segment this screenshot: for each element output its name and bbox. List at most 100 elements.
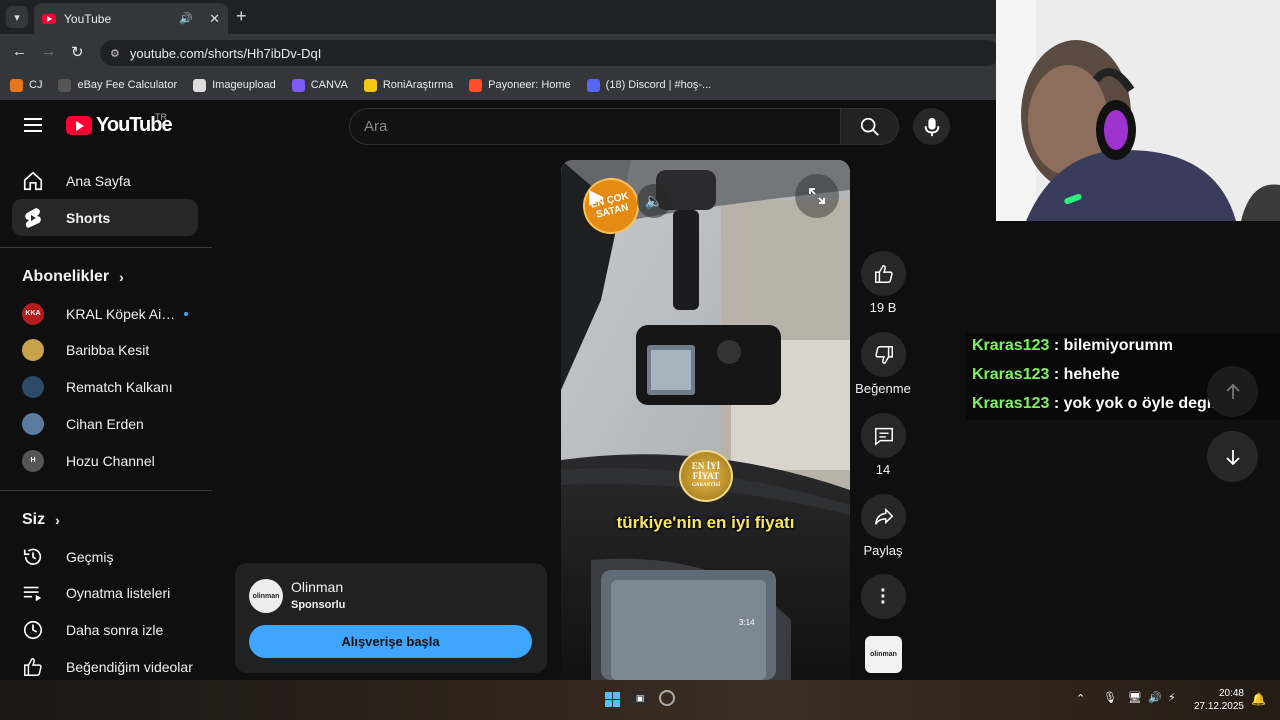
home-icon	[22, 170, 44, 192]
sidebar-item-history[interactable]: Geçmiş	[12, 538, 198, 575]
bookmark-item[interactable]: RoniAraştırma	[363, 78, 453, 92]
url-text: youtube.com/shorts/Hh7ibDv-DqI	[129, 45, 322, 61]
site-info-icon[interactable]: ⚙	[110, 47, 120, 60]
channel-thumbnail[interactable]: olinman	[865, 636, 902, 673]
more-vertical-icon: · · ·	[880, 579, 887, 614]
bookmark-favicon-icon	[10, 78, 23, 92]
forward-button[interactable]: →	[41, 43, 56, 60]
comments-button[interactable]	[861, 413, 906, 458]
screen-time-text: 3:14	[739, 618, 755, 627]
next-short-button[interactable]	[1207, 431, 1258, 482]
video-frame	[561, 160, 850, 680]
subscription-name: Hozu Channel	[66, 452, 155, 469]
subscription-item[interactable]: H Hozu Channel	[12, 442, 198, 479]
back-button[interactable]: ←	[12, 43, 27, 60]
windows-start-icon[interactable]	[605, 692, 620, 707]
previous-short-button[interactable]	[1207, 366, 1258, 417]
search-button[interactable]	[840, 108, 899, 145]
share-icon	[874, 507, 893, 525]
new-tab-button[interactable]: +	[236, 7, 247, 25]
tab-close-icon[interactable]: ✕	[209, 11, 220, 27]
channel-avatar	[22, 412, 44, 435]
watch-later-icon	[22, 619, 44, 641]
menu-icon[interactable]	[24, 118, 42, 132]
chat-username: Kraras123	[972, 366, 1050, 383]
bookmark-item[interactable]: CANVA	[291, 78, 348, 92]
advertiser-avatar[interactable]: olinman	[249, 579, 283, 613]
bookmark-label: Imageupload	[212, 79, 276, 91]
subscription-item[interactable]: KKA KRAL Köpek Aile...	[12, 295, 198, 332]
network-icon[interactable]: 🖥	[1128, 691, 1142, 704]
taskbar-clock-date[interactable]: 27.12.2025	[1193, 701, 1244, 712]
bookmark-favicon-icon	[291, 78, 305, 92]
playlists-icon	[22, 582, 44, 604]
bookmark-label: (18) Discord | #hoş-...	[605, 79, 712, 91]
tray-microphone-icon[interactable]: 🎙	[1103, 691, 1117, 704]
bookmark-item[interactable]: Payoneer: Home	[469, 78, 571, 92]
start-shopping-button[interactable]: Alışverişe başla	[249, 625, 532, 658]
sidebar-item-shorts[interactable]: Shorts	[12, 199, 198, 236]
liked-icon	[22, 656, 44, 678]
task-view-icon[interactable]: ▣	[632, 690, 648, 706]
taskbar-clock-time[interactable]: 20:48	[1208, 688, 1244, 699]
chevron-right-icon: ›	[55, 512, 60, 528]
share-button[interactable]	[861, 494, 906, 539]
more-actions-button[interactable]: · · ·	[861, 574, 906, 619]
bookmark-favicon-icon	[193, 78, 207, 92]
seal-line-2: FİYAT	[692, 471, 720, 481]
thumbs-up-icon	[874, 264, 893, 283]
subscription-item[interactable]: Rematch Kalkanı	[12, 369, 198, 406]
notifications-icon[interactable]: 🔔	[1251, 692, 1266, 706]
chrome-taskbar-icon[interactable]	[659, 690, 675, 706]
advertiser-name[interactable]: Olinman	[291, 579, 343, 595]
subscription-item[interactable]: Baribba Kesit	[12, 332, 198, 369]
country-code: TR	[155, 112, 167, 122]
fullscreen-button[interactable]	[795, 174, 839, 218]
subscription-item[interactable]: Cihan Erden	[12, 405, 198, 442]
bookmark-item[interactable]: CJ	[10, 78, 42, 92]
comment-icon	[874, 427, 893, 446]
subscriptions-heading-label: Abonelikler	[22, 268, 110, 285]
you-heading-label: Siz	[22, 511, 46, 528]
subscription-name: Rematch Kalkanı	[66, 379, 173, 396]
sidebar-item-playlists[interactable]: Oynatma listeleri	[12, 574, 198, 611]
tray-overflow-icon[interactable]: ⌃	[1076, 692, 1085, 705]
chat-separator: :	[1049, 366, 1064, 383]
short-video-player[interactable]: EN ÇOK SATAN ▶ 🔈 EN İYİ FİYAT GARANTİSİ …	[561, 160, 850, 680]
chat-separator: :	[1049, 337, 1064, 354]
sidebar-divider	[0, 247, 212, 248]
mute-button[interactable]: 🔈	[637, 184, 671, 218]
speaker-icon[interactable]: 🔊	[1148, 691, 1162, 704]
sidebar-item-label: Ana Sayfa	[66, 172, 131, 189]
search-icon	[860, 117, 879, 136]
bookmark-item[interactable]: eBay Fee Calculator	[58, 78, 177, 92]
you-heading[interactable]: Siz ›	[22, 511, 60, 529]
battery-icon[interactable]: ⚡	[1168, 691, 1176, 704]
channel-avatar: H	[22, 449, 44, 472]
seal-line-1: EN İYİ	[691, 461, 721, 471]
subscriptions-heading[interactable]: Abonelikler ›	[22, 268, 124, 286]
reload-button[interactable]: ↻	[71, 43, 84, 61]
thumbs-down-icon	[874, 345, 893, 364]
search-input[interactable]	[364, 118, 840, 135]
sidebar-item-home[interactable]: Ana Sayfa	[12, 162, 198, 199]
play-icon[interactable]: ▶	[589, 184, 604, 209]
tab-search-button[interactable]: ▾	[6, 6, 28, 28]
expand-icon	[809, 188, 825, 204]
browser-tab[interactable]: YouTube 🔊 ✕	[34, 3, 228, 34]
voice-search-button[interactable]	[913, 108, 950, 145]
dislike-label: Beğenme	[855, 381, 911, 396]
bookmark-item[interactable]: (18) Discord | #hoş-...	[586, 78, 712, 92]
search-box[interactable]	[349, 108, 841, 145]
dislike-button[interactable]	[861, 332, 906, 377]
address-bar[interactable]: ⚙ youtube.com/shorts/Hh7ibDv-DqI	[100, 40, 1000, 66]
best-price-seal: EN İYİ FİYAT GARANTİSİ	[679, 450, 733, 502]
chat-username: Kraras123	[972, 395, 1050, 412]
tab-audio-icon[interactable]: 🔊	[179, 12, 193, 25]
arrow-up-icon	[1225, 383, 1240, 399]
like-button[interactable]	[861, 251, 906, 296]
sidebar-item-label: Daha sonra izle	[66, 621, 164, 638]
share-label: Paylaş	[863, 543, 903, 558]
bookmark-item[interactable]: Imageupload	[193, 78, 276, 92]
sidebar-item-watch-later[interactable]: Daha sonra izle	[12, 611, 198, 648]
